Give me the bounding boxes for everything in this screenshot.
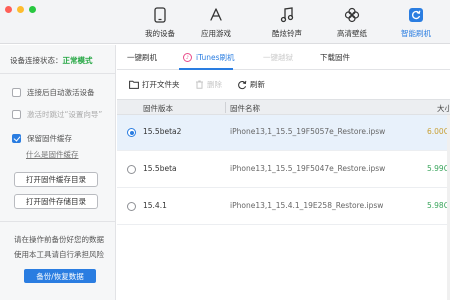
nav-smart-flash[interactable]: 智能刷机: [386, 6, 446, 42]
nav-apps-games[interactable]: 应用游戏: [186, 6, 246, 42]
trash-icon: [195, 80, 204, 89]
delete-label: 删除: [207, 80, 222, 89]
status-label: 设备连接状态：: [10, 56, 63, 65]
refresh-label: 刷新: [250, 80, 265, 89]
status-value: 正常模式: [62, 56, 93, 65]
column-name[interactable]: 固件名称: [230, 103, 260, 114]
flower-icon: [343, 6, 361, 24]
column-divider[interactable]: [225, 102, 226, 113]
warning-note: 使用本工具请自行承担风险: [14, 250, 104, 259]
option-label: 保留固件缓存: [27, 134, 72, 143]
radio-selected[interactable]: [127, 128, 136, 137]
firmware-toolbar: 打开文件夹 删除 刷新: [117, 71, 450, 99]
folder-icon: [129, 80, 139, 89]
minimize-window-button[interactable]: [17, 6, 24, 13]
firmware-version: 15.5beta: [143, 164, 177, 173]
app-store-icon: [207, 6, 225, 24]
what-is-cache-link[interactable]: 什么是固件缓存: [26, 149, 79, 160]
device-status: 设备连接状态：正常模式: [10, 55, 93, 66]
divider: [0, 73, 116, 74]
firmware-version: 15.5beta2: [143, 127, 182, 136]
backup-restore-button[interactable]: 备份/恢复数据: [24, 269, 96, 283]
checkbox-checked[interactable]: [12, 134, 21, 143]
nav-ringtones[interactable]: 酷炫铃声: [257, 6, 317, 42]
delete-button[interactable]: 删除: [195, 79, 222, 90]
close-window-button[interactable]: [5, 6, 12, 13]
flash-tabs: 一键刷机 ♪ iTunes刷机 一键越狱 下载固件: [117, 45, 450, 70]
column-version[interactable]: 固件版本: [143, 103, 173, 114]
sidebar: 设备连接状态：正常模式 连接后自动激活设备 激活时跳过“设置向导” 保留固件缓存…: [0, 45, 116, 300]
music-note-icon: [278, 6, 296, 24]
table-row[interactable]: 15.4.1 iPhone13,1_15.4.1_19E258_Restore.…: [117, 189, 450, 225]
table-row[interactable]: 15.5beta iPhone13,1_15.5_19F5047e_Restor…: [117, 152, 450, 188]
table-header: 固件版本 固件名称 大小: [117, 99, 450, 115]
nav-label: 我的设备: [145, 29, 175, 38]
firmware-name: iPhone13,1_15.4.1_19E258_Restore.ipsw: [230, 201, 384, 210]
refresh-icon: [407, 6, 425, 24]
firmware-name: iPhone13,1_15.5_19F5047e_Restore.ipsw: [230, 164, 386, 173]
tab-itunes-flash[interactable]: ♪ iTunes刷机: [183, 45, 235, 70]
open-folder-label: 打开文件夹: [142, 80, 180, 89]
option-label: 连接后自动激活设备: [27, 88, 95, 97]
nav-my-device[interactable]: 我的设备: [130, 6, 190, 42]
phone-icon: [151, 6, 169, 24]
firmware-name: iPhone13,1_15.5_19F5057e_Restore.ipsw: [230, 127, 386, 136]
refresh-button[interactable]: 刷新: [237, 79, 265, 90]
active-tab-indicator: [179, 68, 233, 70]
option-skip-setup[interactable]: 激活时跳过“设置向导”: [12, 109, 102, 120]
zoom-window-button[interactable]: [29, 6, 36, 13]
nav-label: 智能刷机: [401, 29, 431, 38]
nav-label: 酷炫铃声: [272, 29, 302, 38]
table-row[interactable]: 15.5beta2 iPhone13,1_15.5_19F5057e_Resto…: [117, 115, 450, 151]
radio[interactable]: [127, 165, 136, 174]
tab-jailbreak[interactable]: 一键越狱: [263, 45, 293, 70]
tab-one-click-flash[interactable]: 一键刷机: [127, 45, 157, 70]
tab-label: iTunes刷机: [196, 53, 235, 62]
divider: [0, 221, 116, 222]
column-size[interactable]: 大小: [437, 103, 450, 114]
open-storage-dir-button[interactable]: 打开固件存储目录: [14, 194, 98, 209]
refresh-icon: [237, 80, 247, 90]
tab-download-firmware[interactable]: 下载固件: [320, 45, 350, 70]
option-label: 激活时跳过“设置向导”: [27, 110, 103, 119]
open-folder-button[interactable]: 打开文件夹: [129, 79, 180, 90]
nav-label: 高清壁纸: [337, 29, 367, 38]
nav-label: 应用游戏: [201, 29, 231, 38]
option-keep-cache[interactable]: 保留固件缓存: [12, 133, 72, 144]
top-toolbar: 我的设备 应用游戏 酷炫铃声 高清壁纸 智能刷机: [0, 0, 450, 44]
nav-wallpapers[interactable]: 高清壁纸: [322, 6, 382, 42]
firmware-version: 15.4.1: [143, 201, 167, 210]
checkbox[interactable]: [12, 88, 21, 97]
checkbox[interactable]: [12, 110, 21, 119]
option-auto-activate[interactable]: 连接后自动激活设备: [12, 87, 95, 98]
itunes-icon: ♪: [183, 53, 192, 62]
radio[interactable]: [127, 202, 136, 211]
open-cache-dir-button[interactable]: 打开固件缓存目录: [14, 172, 98, 187]
warning-note: 请在操作前备份好您的数据: [14, 235, 104, 244]
